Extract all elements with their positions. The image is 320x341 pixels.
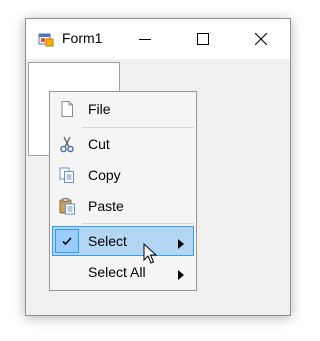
menu-item-label: Select <box>88 233 127 249</box>
close-icon <box>255 33 267 45</box>
menu-item-copy[interactable]: Copy <box>52 160 194 190</box>
check-box <box>55 229 79 253</box>
menu-item-label: Select All <box>88 264 146 280</box>
blank-page-icon <box>58 100 76 118</box>
copy-icon <box>58 166 76 184</box>
menu-item-label: Cut <box>88 136 110 152</box>
window-title: Form1 <box>62 30 103 46</box>
menu-item-label: Paste <box>88 198 124 214</box>
menu-item-select-all[interactable]: Select All <box>52 257 194 287</box>
maximize-button[interactable] <box>180 19 226 59</box>
menu-item-cut[interactable]: Cut <box>52 129 194 159</box>
submenu-arrow-icon <box>178 267 184 285</box>
paste-icon <box>58 197 76 215</box>
context-menu: File Cut Copy Paste Select Select All <box>49 91 197 291</box>
menu-item-label: File <box>88 101 111 117</box>
checkmark-icon <box>62 237 72 246</box>
scissors-icon <box>58 135 76 153</box>
menu-separator <box>82 127 194 128</box>
close-button[interactable] <box>238 19 284 59</box>
menu-item-label: Copy <box>88 167 121 183</box>
title-bar[interactable]: Form1 <box>26 19 290 59</box>
menu-item-select[interactable]: Select <box>52 226 194 256</box>
menu-separator <box>82 223 194 224</box>
maximize-icon <box>197 33 209 45</box>
app-icon <box>38 31 54 47</box>
minimize-icon <box>139 39 151 40</box>
minimize-button[interactable] <box>122 19 168 59</box>
submenu-arrow-icon <box>178 236 184 254</box>
mouse-pointer-icon <box>143 242 158 270</box>
menu-item-paste[interactable]: Paste <box>52 191 194 221</box>
menu-item-file[interactable]: File <box>52 94 194 124</box>
